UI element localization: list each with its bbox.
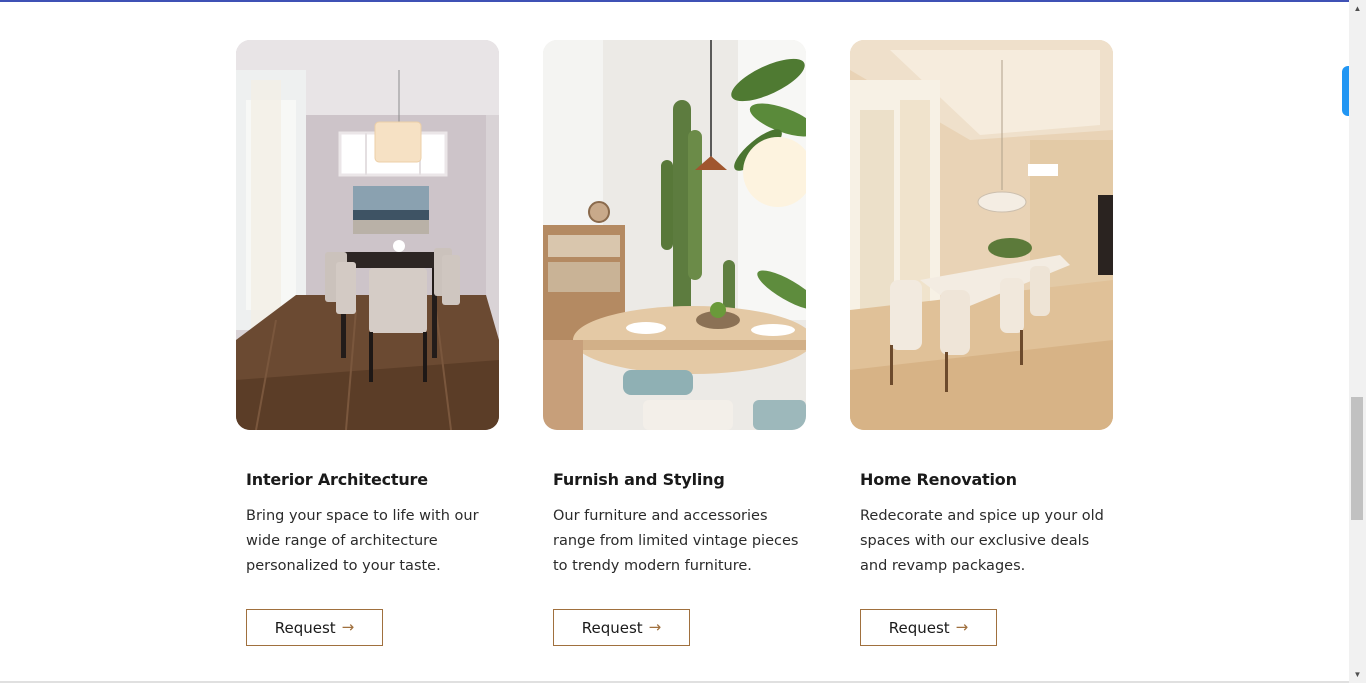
service-card-home-renovation: Home Renovation Redecorate and spice up … [850,40,1113,646]
home-renovation-image [850,40,1113,430]
card-body: Furnish and Styling Our furniture and ac… [543,470,806,646]
card-body: Interior Architecture Bring your space t… [236,470,499,646]
furnish-styling-image [543,40,806,430]
service-card-interior-architecture: Interior Architecture Bring your space t… [236,40,499,646]
arrow-right-icon: → [955,618,969,636]
request-button-label: Request [274,618,336,637]
card-description: Redecorate and spice up your old spaces … [860,508,1104,574]
interior-architecture-image [236,40,499,430]
card-title: Home Renovation [860,470,1017,489]
arrow-right-icon: → [648,618,662,636]
dining-room-photo-icon [236,40,499,430]
side-feedback-tab[interactable] [1342,66,1349,116]
request-button-label: Request [888,618,950,637]
long-dining-table-photo-icon [850,40,1113,430]
top-accent-bar [0,0,1349,2]
scrollbar-thumb[interactable] [1351,397,1363,520]
request-button-label: Request [581,618,643,637]
request-button-interior-architecture[interactable]: Request → [246,609,383,646]
scroll-up-arrow-icon[interactable]: ▲ [1349,0,1366,17]
card-description: Our furniture and accessories range from… [553,508,799,574]
request-button-furnish-styling[interactable]: Request → [553,609,690,646]
card-body: Home Renovation Redecorate and spice up … [850,470,1113,646]
round-table-cactus-photo-icon [543,40,806,430]
card-description: Bring your space to life with our wide r… [246,508,479,574]
request-button-home-renovation[interactable]: Request → [860,609,997,646]
service-card-furnish-styling: Furnish and Styling Our furniture and ac… [543,40,806,646]
page: Interior Architecture Bring your space t… [0,0,1349,683]
card-title: Furnish and Styling [553,470,725,489]
card-title: Interior Architecture [246,470,428,489]
vertical-scrollbar[interactable]: ▲ ▼ [1349,0,1366,683]
arrow-right-icon: → [341,618,355,636]
scroll-down-arrow-icon[interactable]: ▼ [1349,666,1366,683]
